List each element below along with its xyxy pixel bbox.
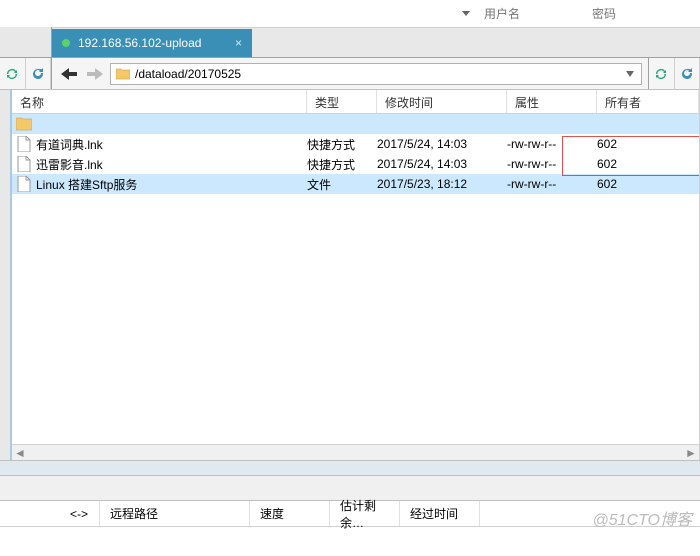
file-name: 迅雷影音.lnk xyxy=(36,156,103,173)
refresh-button-right[interactable] xyxy=(675,58,700,90)
toolbar xyxy=(0,58,700,90)
refresh-button[interactable] xyxy=(26,58,52,90)
file-perm: -rw-rw-r-- xyxy=(507,177,597,191)
status-direction[interactable]: <-> xyxy=(60,501,100,526)
file-owner: 602 xyxy=(597,157,699,171)
column-headers: 名称 类型 修改时间 属性 所有者 xyxy=(12,90,699,114)
file-perm: -rw-rw-r-- xyxy=(507,157,597,171)
status-dot-icon xyxy=(62,39,70,47)
tab-spacer xyxy=(0,27,52,57)
file-row[interactable]: Linux 搭建Sftp服务 文件2017/5/23, 18:12-rw-rw-r… xyxy=(12,174,699,194)
path-dropdown-button[interactable] xyxy=(623,71,637,77)
col-header-mtime[interactable]: 修改时间 xyxy=(377,90,507,113)
path-input[interactable] xyxy=(135,67,623,81)
status-speed[interactable]: 速度 xyxy=(250,501,330,526)
sync-button[interactable] xyxy=(0,58,26,90)
username-input[interactable] xyxy=(484,7,554,21)
scroll-right-icon[interactable]: ► xyxy=(683,445,699,461)
password-field-wrap xyxy=(592,7,692,21)
file-row[interactable] xyxy=(12,114,699,134)
path-box xyxy=(110,63,642,85)
status-remote-path[interactable]: 远程路径 xyxy=(100,501,250,526)
file-mtime: 2017/5/24, 14:03 xyxy=(377,137,507,151)
file-type: 快捷方式 xyxy=(307,156,377,173)
connection-tab[interactable]: 192.168.56.102-upload × xyxy=(52,29,252,57)
col-header-name[interactable]: 名称 xyxy=(12,90,307,113)
close-tab-icon[interactable]: × xyxy=(219,36,242,50)
tab-bar: 192.168.56.102-upload × xyxy=(0,28,700,58)
bottom-bar xyxy=(0,526,700,556)
file-row[interactable]: 迅雷影音.lnk 快捷方式2017/5/24, 14:03-rw-rw-r--60… xyxy=(12,154,699,174)
file-type: 快捷方式 xyxy=(307,136,377,153)
right-toolstrip xyxy=(648,58,700,89)
main-area: 名称 类型 修改时间 属性 所有者 有道词典.lnk 快捷方式2017/5/24,… xyxy=(0,90,700,460)
status-remaining[interactable]: 估计剩余… xyxy=(330,501,400,526)
splitter-bar[interactable] xyxy=(0,460,700,476)
file-icon xyxy=(16,136,32,152)
nav-area xyxy=(52,63,648,85)
file-name: Linux 搭建Sftp服务 xyxy=(36,176,137,193)
file-icon xyxy=(16,176,32,192)
scroll-left-icon[interactable]: ◄ xyxy=(12,445,28,461)
file-panel: 名称 类型 修改时间 属性 所有者 有道词典.lnk 快捷方式2017/5/24,… xyxy=(12,90,700,460)
file-list[interactable]: 有道词典.lnk快捷方式2017/5/24, 14:03-rw-rw-r--60… xyxy=(12,114,699,444)
nav-forward-button[interactable] xyxy=(84,63,106,85)
folder-icon xyxy=(115,66,131,82)
horizontal-scrollbar[interactable]: ◄ ► xyxy=(12,444,699,460)
col-header-owner[interactable]: 所有者 xyxy=(597,90,699,113)
username-field-wrap xyxy=(484,7,584,21)
file-owner: 602 xyxy=(597,137,699,151)
file-mtime: 2017/5/23, 18:12 xyxy=(377,177,507,191)
left-toolstrip xyxy=(0,58,52,89)
file-perm: -rw-rw-r-- xyxy=(507,137,597,151)
nav-back-button[interactable] xyxy=(58,63,80,85)
file-mtime: 2017/5/24, 14:03 xyxy=(377,157,507,171)
file-owner: 602 xyxy=(597,177,699,191)
folder-icon xyxy=(16,116,32,132)
file-icon xyxy=(16,156,32,172)
left-panel-strip xyxy=(0,90,12,460)
file-row[interactable]: 有道词典.lnk 快捷方式2017/5/24, 14:03-rw-rw-r--60… xyxy=(12,134,699,154)
file-name: 有道词典.lnk xyxy=(36,136,103,153)
dropdown-arrow-icon[interactable] xyxy=(462,11,470,16)
file-type: 文件 xyxy=(307,176,377,193)
status-elapsed[interactable]: 经过时间 xyxy=(400,501,480,526)
credentials-bar xyxy=(0,0,700,28)
col-header-perm[interactable]: 属性 xyxy=(507,90,597,113)
watermark: @51CTO博客 xyxy=(592,506,692,530)
col-header-type[interactable]: 类型 xyxy=(307,90,377,113)
password-input[interactable] xyxy=(592,7,662,21)
tab-label: 192.168.56.102-upload xyxy=(78,36,201,50)
sync-button-right[interactable] xyxy=(649,58,675,90)
